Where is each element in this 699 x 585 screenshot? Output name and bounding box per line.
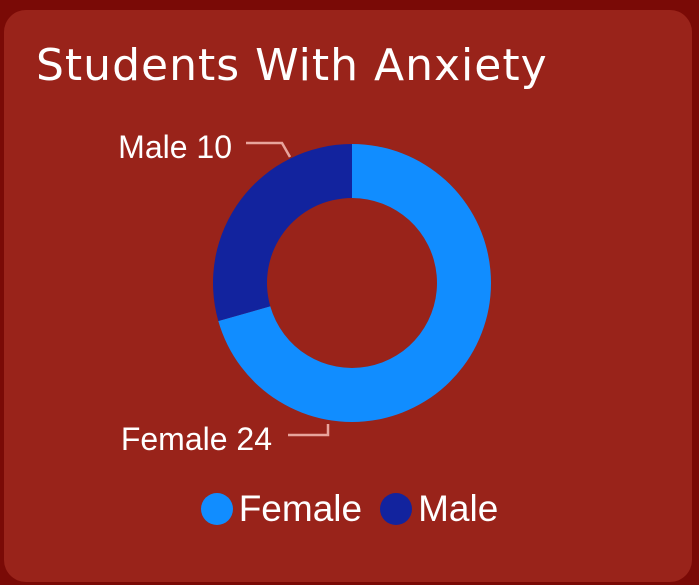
leader-line-female [288, 424, 330, 437]
data-label-male: Male 10 [118, 129, 232, 165]
chart-legend: Female Male [0, 488, 699, 530]
legend-label-male: Male [418, 488, 499, 529]
data-label-female: Female 24 [121, 421, 272, 457]
donut-slice-male[interactable] [212, 144, 352, 322]
legend-item-male[interactable]: Male [380, 488, 498, 530]
legend-label-female: Female [238, 488, 363, 529]
leader-line-male [246, 141, 292, 158]
legend-swatch-male [380, 493, 413, 525]
legend-swatch-female [200, 493, 233, 525]
legend-item-female[interactable]: Female [200, 488, 363, 530]
